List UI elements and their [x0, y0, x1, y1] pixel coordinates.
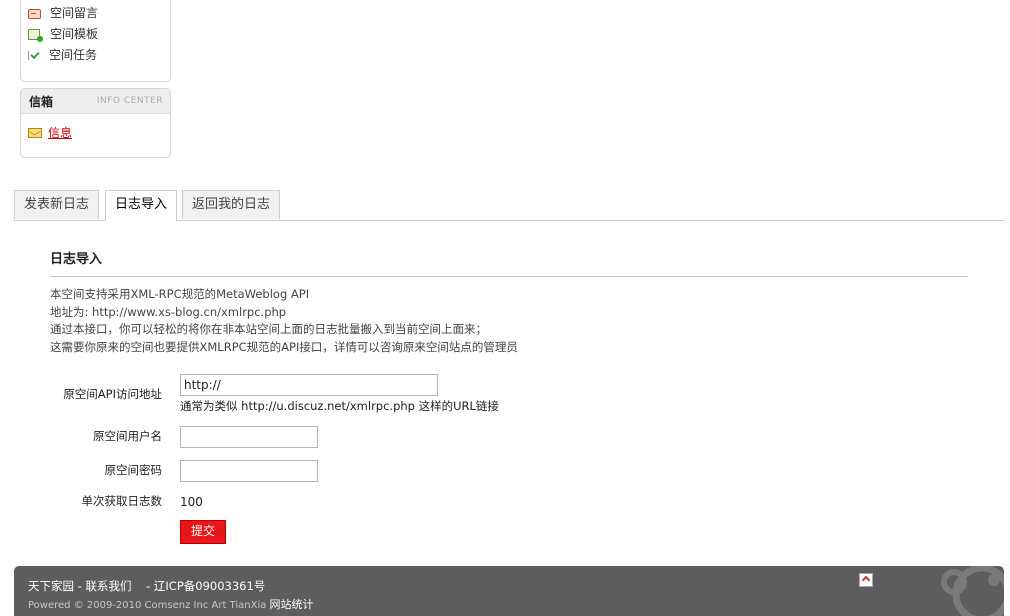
brand-logo-icon: [941, 566, 1004, 616]
sidebar-item-label: 空间留言: [50, 6, 99, 20]
sidebar-item-label: 空间任务: [49, 48, 98, 62]
space-links-panel: 空间留言 空间模板 空间任务: [20, 0, 171, 82]
sidebar-item-template[interactable]: 空间模板: [28, 24, 98, 45]
template-icon: [28, 29, 43, 42]
inbox-header: 信箱 INFO CENTER: [21, 89, 170, 114]
sidebar-item-task[interactable]: 空间任务: [28, 45, 98, 66]
intro-text: 本空间支持采用XML-RPC规范的MetaWeblog API 地址为: htt…: [50, 286, 518, 356]
footer-contact-link[interactable]: 联系我们: [85, 579, 131, 593]
mail-icon: [28, 127, 42, 138]
sidebar-item-message[interactable]: 空间留言: [28, 3, 98, 24]
inbox-title: 信箱: [29, 95, 54, 109]
intro-line: 这需要你原来的空间也要提供XMLRPC规范的API接口，详情可以咨询原来空间站点…: [50, 339, 518, 354]
intro-line: 本空间支持采用XML-RPC规范的MetaWeblog API: [50, 287, 310, 301]
home-icon[interactable]: [859, 573, 873, 587]
inbox-item: 信息: [28, 124, 72, 141]
username-label: 原空间用户名: [93, 429, 162, 443]
intro-line: 通过本接口，你可以轻松的将你在非本站空间上面的日志批量搬入到当前空间上面来；: [50, 322, 487, 336]
title-divider: [50, 276, 968, 277]
password-input[interactable]: [180, 460, 318, 482]
task-icon: [28, 51, 40, 60]
api-url-hint: 通常为类似 http://u.discuz.net/xmlrpc.php 这样的…: [180, 399, 499, 413]
site-footer: 天下家园 - 联系我们 - 辽ICP备09003361号 Powered © 2…: [14, 566, 1004, 616]
message-icon: [28, 8, 41, 19]
page-title: 日志导入: [50, 252, 103, 267]
intro-line: 地址为: http://www.xs-blog.cn/xmlrpc.php: [50, 304, 287, 319]
footer-stats-link[interactable]: 网站统计: [270, 598, 314, 611]
fetch-count-value: 100: [180, 495, 203, 509]
footer-separator: -: [135, 579, 154, 593]
blog-tabs: 发表新日志 日志导入 返回我的日志: [14, 190, 1004, 221]
tab-back-to-my-blog[interactable]: 返回我的日志: [182, 190, 281, 219]
footer-powered-text: Powered © 2009-2010 Comsenz Inc Art Tian…: [28, 600, 267, 611]
username-input[interactable]: [180, 426, 318, 448]
footer-powered: Powered © 2009-2010 Comsenz Inc Art Tian…: [28, 596, 314, 612]
footer-icp-link[interactable]: 辽ICP备09003361号: [154, 579, 265, 593]
inbox-panel: 信箱 INFO CENTER 信息: [20, 88, 171, 158]
tab-new-blog[interactable]: 发表新日志: [14, 190, 100, 219]
inbox-subtitle: INFO CENTER: [96, 96, 163, 106]
inbox-message-link[interactable]: 信息: [48, 124, 72, 141]
api-url-label: 原空间API访问地址: [63, 387, 162, 401]
tab-blog-import[interactable]: 日志导入: [105, 190, 178, 221]
sidebar-item-label: 空间模板: [50, 27, 99, 41]
password-label: 原空间密码: [104, 463, 163, 477]
api-url-input[interactable]: [180, 374, 438, 396]
fetch-count-label: 单次获取日志数: [81, 494, 163, 508]
submit-button[interactable]: 提交: [180, 520, 226, 544]
footer-site-link[interactable]: 天下家园: [28, 579, 74, 593]
footer-links: 天下家园 - 联系我们 - 辽ICP备09003361号: [28, 578, 265, 594]
